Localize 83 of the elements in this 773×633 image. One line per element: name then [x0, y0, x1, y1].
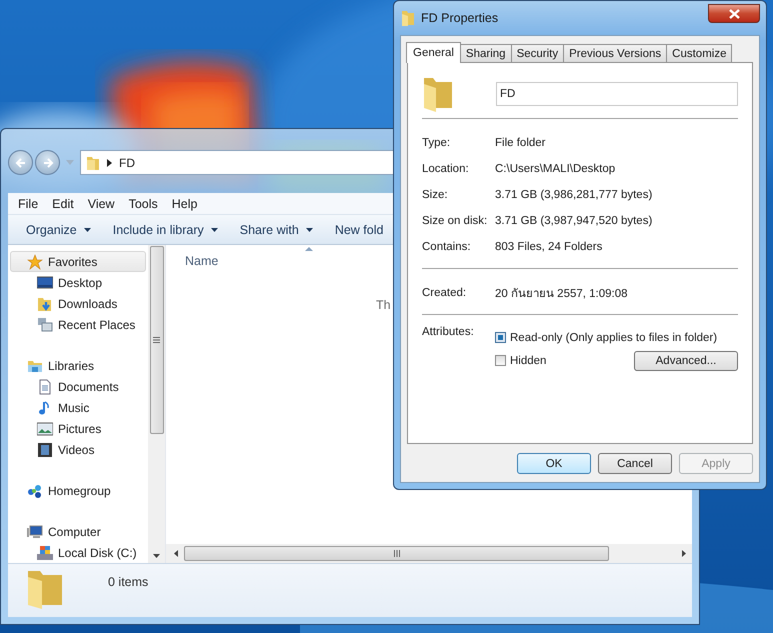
- scrollbar[interactable]: [166, 544, 692, 563]
- property-label: Type:: [422, 137, 452, 149]
- property-value: C:\Users\MALI\Desktop: [495, 163, 616, 175]
- ok-button[interactable]: OK: [517, 453, 591, 474]
- property-value: 803 Files, 24 Folders: [495, 241, 602, 253]
- menu-item[interactable]: File: [11, 194, 46, 214]
- close-button[interactable]: [708, 4, 760, 23]
- checkbox[interactable]: Hidden: [495, 354, 546, 366]
- nav-item[interactable]: Favorites: [10, 251, 146, 272]
- nav-item[interactable]: Homegroup: [10, 480, 146, 501]
- star-icon: [27, 254, 43, 270]
- property-label: Contains:: [422, 241, 472, 253]
- down-arrow-icon[interactable]: [153, 554, 160, 558]
- menu-item[interactable]: Help: [164, 194, 204, 214]
- item-count: 0 items: [108, 575, 148, 589]
- drive-icon: [37, 544, 53, 560]
- checkbox[interactable]: Read-only (Only applies to files in folder): [495, 332, 718, 344]
- command-button[interactable]: Include in library: [104, 220, 226, 240]
- tab[interactable]: Security: [510, 44, 564, 62]
- film-icon: [37, 442, 53, 458]
- nav-item[interactable]: Music: [10, 397, 146, 418]
- folder-icon: [402, 10, 414, 26]
- download-folder-icon: [37, 296, 53, 312]
- document-icon: [37, 378, 53, 394]
- property-label: Size on disk:: [422, 215, 488, 227]
- picture-icon: [37, 420, 53, 436]
- property-value: 20 กันยายน 2557, 1:09:08: [495, 287, 628, 302]
- tab[interactable]: Customize: [666, 44, 732, 62]
- scroll-thumb[interactable]: [150, 246, 164, 434]
- caret-icon: [306, 228, 313, 232]
- property-label: Location:: [422, 163, 470, 175]
- grip-icon: [153, 337, 160, 343]
- caret-icon: [84, 228, 91, 232]
- address-text: FD: [119, 156, 135, 170]
- property-label: Attributes:: [422, 326, 475, 340]
- arrow-icon: [107, 158, 112, 166]
- back-arrow-icon: [14, 156, 26, 168]
- nav-item[interactable]: Documents: [10, 376, 146, 397]
- property-label: Created:: [422, 287, 468, 299]
- forward-arrow-icon: [42, 156, 54, 168]
- nav-item[interactable]: Downloads: [10, 293, 146, 314]
- grip-icon: [394, 550, 400, 557]
- tab[interactable]: General: [406, 42, 461, 63]
- advanced-button[interactable]: Advanced...: [634, 350, 738, 370]
- nav-item[interactable]: Computer: [10, 521, 146, 542]
- name-field[interactable]: FD: [496, 82, 738, 106]
- menu-item[interactable]: Edit: [45, 194, 81, 214]
- window-title: FD Properties: [421, 11, 498, 25]
- computer-icon: [27, 524, 43, 540]
- folder-icon: [86, 154, 100, 170]
- left-arrow-icon[interactable]: [174, 550, 178, 557]
- network-icon: [27, 482, 43, 498]
- tab[interactable]: Sharing: [460, 44, 512, 62]
- dialog-button[interactable]: Cancel: [598, 453, 672, 474]
- command-button[interactable]: Share with: [232, 220, 321, 240]
- property-value: File folder: [495, 137, 546, 149]
- sort-arrow-icon: [305, 247, 313, 251]
- tab[interactable]: Previous Versions: [563, 44, 668, 62]
- nav-item[interactable]: Recent Places: [10, 314, 146, 335]
- scroll-thumb[interactable]: [184, 546, 609, 561]
- close-icon: [728, 8, 740, 18]
- forward-button[interactable]: [35, 150, 60, 175]
- recent-places-icon: [37, 316, 53, 332]
- monitor-icon: [37, 274, 53, 290]
- command-button[interactable]: Organize: [18, 220, 99, 240]
- nav-item[interactable]: Pictures: [10, 418, 146, 439]
- scrollbar[interactable]: [148, 245, 165, 563]
- empty-message: Th: [376, 298, 391, 312]
- nav-item[interactable]: Libraries: [10, 355, 146, 376]
- nav-item[interactable]: Local Disk (C:): [10, 542, 146, 563]
- column-header[interactable]: Name: [185, 254, 218, 268]
- command-button[interactable]: New fold: [326, 220, 392, 240]
- property-value: 3.71 GB (3,987,947,520 bytes): [495, 215, 652, 227]
- folder-icon: [422, 76, 454, 112]
- back-button[interactable]: [8, 150, 33, 175]
- menu-item[interactable]: View: [80, 194, 122, 214]
- nav-item[interactable]: Desktop: [10, 272, 146, 293]
- nav-item[interactable]: Videos: [10, 439, 146, 460]
- property-label: Size:: [422, 189, 449, 201]
- menu-item[interactable]: Tools: [122, 194, 165, 214]
- right-arrow-icon[interactable]: [682, 550, 686, 557]
- caret-icon: [210, 228, 218, 232]
- property-value: 3.71 GB (3,986,281,777 bytes): [495, 189, 652, 201]
